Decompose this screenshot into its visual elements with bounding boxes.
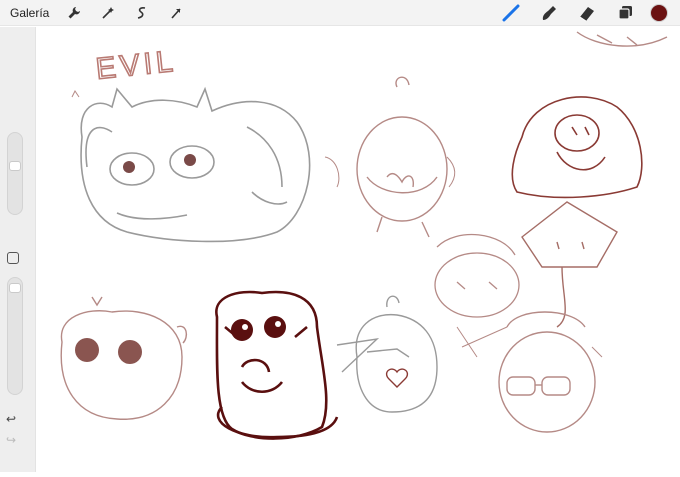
redo-icon[interactable]: ↪ xyxy=(6,433,16,447)
transform-icon[interactable] xyxy=(165,3,187,23)
kite-character-sketch xyxy=(521,201,618,328)
modify-button[interactable] xyxy=(7,252,19,264)
gray-cat-sketch xyxy=(80,86,311,243)
eraser-icon[interactable] xyxy=(572,1,602,25)
round-bird-sketch xyxy=(356,76,448,238)
color-picker-swatch[interactable] xyxy=(650,4,668,22)
glasses-character-sketch xyxy=(498,311,596,433)
opacity-thumb[interactable] xyxy=(9,283,21,294)
hat-character-sketch xyxy=(434,233,520,318)
brush-icon[interactable] xyxy=(496,1,526,25)
brush-size-slider[interactable] xyxy=(7,132,23,215)
opacity-slider[interactable] xyxy=(7,277,23,395)
inked-cat-drawing xyxy=(215,290,339,440)
selection-icon[interactable] xyxy=(131,3,153,23)
smudge-icon[interactable] xyxy=(534,1,564,25)
undo-icon[interactable]: ↩ xyxy=(6,412,16,426)
gallery-button[interactable]: Galería xyxy=(10,6,49,20)
owl-eyes xyxy=(75,338,142,364)
drawing-canvas[interactable]: EVIL xyxy=(37,27,680,472)
evil-sketch-text: EVIL xyxy=(94,45,178,86)
brush-size-thumb[interactable] xyxy=(9,160,21,171)
inked-cat-eyes xyxy=(231,316,286,341)
layers-icon[interactable] xyxy=(610,1,640,25)
duck-heart xyxy=(385,368,409,388)
partial-corner-sketch xyxy=(576,31,668,47)
magic-wand-icon[interactable] xyxy=(97,3,119,23)
duck-sketch xyxy=(336,295,438,413)
left-sidebar: ↩ ↪ xyxy=(0,27,36,472)
loose-scribbles xyxy=(71,90,603,358)
wrench-icon[interactable] xyxy=(63,3,85,23)
hooded-character-sketch xyxy=(511,96,643,199)
right-toolbar xyxy=(488,0,668,26)
top-toolbar: Galería xyxy=(0,0,680,26)
gray-cat-eyes xyxy=(123,154,196,173)
